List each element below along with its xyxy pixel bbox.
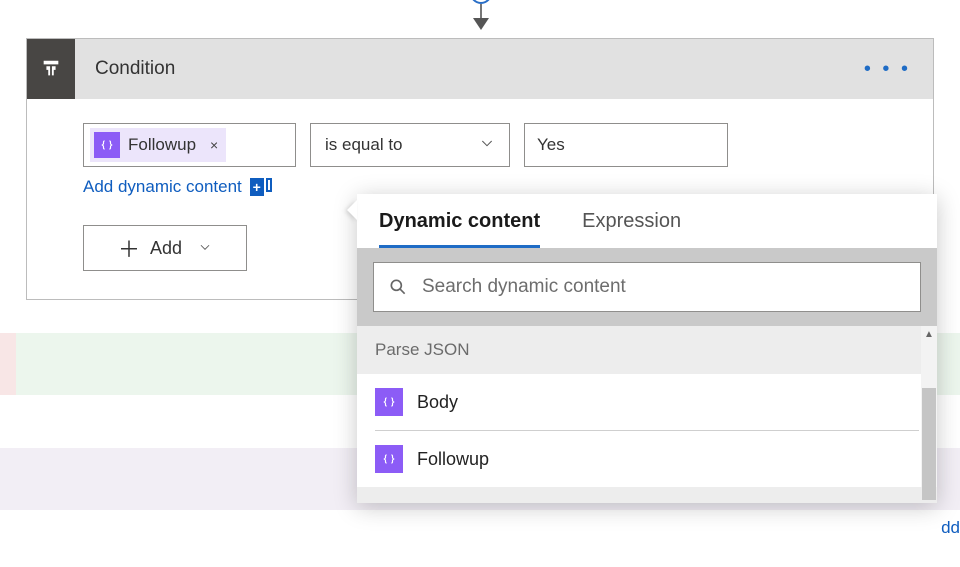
json-token-icon	[94, 132, 120, 158]
chevron-down-icon	[479, 135, 495, 156]
section-header: Parse JSON	[357, 326, 937, 374]
token-remove-button[interactable]: ×	[210, 137, 218, 153]
card-title: Condition	[95, 58, 864, 80]
card-header: Condition • • •	[27, 39, 933, 99]
plus-icon: ＋	[118, 232, 140, 264]
dynamic-content-popout: Dynamic content Expression ▲ Parse JSON …	[357, 194, 937, 503]
condition-icon	[27, 39, 75, 99]
tab-expression[interactable]: Expression	[582, 210, 681, 248]
left-operand-field[interactable]: Followup ×	[83, 123, 296, 167]
condition-row: Followup × is equal to	[83, 123, 877, 167]
scrollbar-thumb[interactable]	[922, 388, 936, 500]
connector-line	[480, 4, 482, 18]
token-label: Followup	[128, 135, 196, 155]
add-button-label: Add	[150, 238, 182, 259]
more-menu-button[interactable]: • • •	[864, 58, 911, 81]
callout-notch	[347, 200, 357, 220]
dc-item-label: Followup	[417, 449, 489, 470]
search-icon	[388, 277, 408, 297]
popout-body: ▲ Parse JSON Body Followup	[357, 326, 937, 487]
popout-footer	[357, 487, 937, 503]
arrow-down-icon	[473, 18, 489, 30]
background-stripe	[0, 333, 16, 395]
dc-item-label: Body	[417, 392, 458, 413]
value-input[interactable]	[524, 123, 728, 167]
operator-label: is equal to	[325, 135, 403, 155]
chevron-down-icon	[198, 238, 212, 259]
search-field[interactable]	[373, 262, 921, 312]
json-token-icon	[375, 388, 403, 416]
flow-connector: +	[470, 0, 492, 30]
partial-link[interactable]: dd	[941, 518, 960, 538]
add-condition-button[interactable]: ＋ Add	[83, 225, 247, 271]
search-panel	[357, 248, 937, 326]
scroll-up-button[interactable]: ▲	[923, 328, 935, 340]
tab-dynamic-content[interactable]: Dynamic content	[379, 210, 540, 248]
dynamic-token[interactable]: Followup ×	[90, 128, 226, 162]
dynamic-content-icon: +	[250, 178, 272, 196]
json-token-icon	[375, 445, 403, 473]
scrollbar-track[interactable]: ▲	[921, 326, 937, 487]
dc-item-followup[interactable]: Followup	[357, 431, 937, 487]
operator-select[interactable]: is equal to	[310, 123, 510, 167]
search-input[interactable]	[422, 276, 906, 298]
dynamic-link-label: Add dynamic content	[83, 177, 242, 197]
popout-tabs: Dynamic content Expression	[357, 194, 937, 248]
dc-item-body[interactable]: Body	[357, 374, 937, 430]
